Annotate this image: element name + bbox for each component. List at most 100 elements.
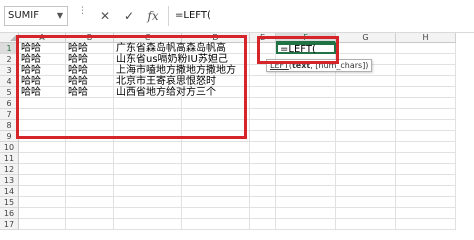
cell-a6[interactable] <box>19 98 66 109</box>
cell-b16[interactable] <box>66 208 114 219</box>
cell-c5[interactable]: 山西省地方给对方三个 <box>114 87 216 98</box>
cell-f10[interactable] <box>276 142 336 153</box>
cell-e14[interactable] <box>250 186 276 197</box>
cell-h1[interactable] <box>396 43 456 54</box>
cell-b6[interactable] <box>66 98 114 109</box>
cell-c4[interactable]: 北京市王寄哀思恨怒时 <box>114 76 216 87</box>
cell-e4[interactable] <box>250 76 276 87</box>
row-header-3[interactable]: 3 <box>0 65 19 76</box>
cell-b2[interactable]: 哈哈 <box>66 54 114 65</box>
cell-c14[interactable] <box>114 186 182 197</box>
cell-h2[interactable] <box>396 54 456 65</box>
column-header-g[interactable]: G <box>336 33 396 43</box>
cell-h16[interactable] <box>396 208 456 219</box>
cell-h12[interactable] <box>396 164 456 175</box>
cell-h14[interactable] <box>396 186 456 197</box>
cell-g7[interactable] <box>336 109 396 120</box>
cell-c13[interactable] <box>114 175 182 186</box>
cell-f15[interactable] <box>276 197 336 208</box>
cell-d9[interactable] <box>182 131 250 142</box>
chevron-down-icon[interactable]: ▼ <box>55 7 65 25</box>
cell-a14[interactable] <box>19 186 66 197</box>
cell-b12[interactable] <box>66 164 114 175</box>
cell-h6[interactable] <box>396 98 456 109</box>
cell-h7[interactable] <box>396 109 456 120</box>
cell-g6[interactable] <box>336 98 396 109</box>
cell-a8[interactable] <box>19 120 66 131</box>
cell-c15[interactable] <box>114 197 182 208</box>
cell-g10[interactable] <box>336 142 396 153</box>
insert-function-icon[interactable]: fx <box>142 6 164 26</box>
cell-h4[interactable] <box>396 76 456 87</box>
cell-h10[interactable] <box>396 142 456 153</box>
cell-e17[interactable] <box>250 219 276 230</box>
cell-c1[interactable]: 广东省森岛帆高森岛帆高 <box>114 43 226 54</box>
select-all-button[interactable] <box>0 33 19 43</box>
cell-a1[interactable]: 哈哈 <box>19 43 66 54</box>
row-header-16[interactable]: 16 <box>0 208 19 219</box>
cell-g12[interactable] <box>336 164 396 175</box>
cell-e15[interactable] <box>250 197 276 208</box>
cell-d7[interactable] <box>182 109 250 120</box>
cell-f1[interactable]: =LEFT( <box>276 43 336 55</box>
row-header-12[interactable]: 12 <box>0 164 19 175</box>
cell-e13[interactable] <box>250 175 276 186</box>
cell-h13[interactable] <box>396 175 456 186</box>
column-header-a[interactable]: A <box>19 33 66 43</box>
cell-a2[interactable]: 哈哈 <box>19 54 66 65</box>
cell-b3[interactable]: 哈哈 <box>66 65 114 76</box>
cell-h11[interactable] <box>396 153 456 164</box>
row-header-17[interactable]: 17 <box>0 219 19 230</box>
cell-b9[interactable] <box>66 131 114 142</box>
cell-d15[interactable] <box>182 197 250 208</box>
cell-c6[interactable] <box>114 98 182 109</box>
cell-h15[interactable] <box>396 197 456 208</box>
column-header-f[interactable]: F <box>276 33 336 43</box>
cell-c11[interactable] <box>114 153 182 164</box>
cell-h8[interactable] <box>396 120 456 131</box>
cell-d16[interactable] <box>182 208 250 219</box>
cell-g14[interactable] <box>336 186 396 197</box>
cell-a7[interactable] <box>19 109 66 120</box>
cell-d17[interactable] <box>182 219 250 230</box>
column-header-d[interactable]: D <box>182 33 250 43</box>
cell-e10[interactable] <box>250 142 276 153</box>
cell-g15[interactable] <box>336 197 396 208</box>
cell-b7[interactable] <box>66 109 114 120</box>
cell-f14[interactable] <box>276 186 336 197</box>
cell-a17[interactable] <box>19 219 66 230</box>
cell-h3[interactable] <box>396 65 456 76</box>
row-header-4[interactable]: 4 <box>0 76 19 87</box>
cell-c3[interactable]: 上海市嗑地方撒地方撒地方 <box>114 65 236 76</box>
cell-c10[interactable] <box>114 142 182 153</box>
cell-e11[interactable] <box>250 153 276 164</box>
cell-f9[interactable] <box>276 131 336 142</box>
row-header-9[interactable]: 9 <box>0 131 19 142</box>
formula-input[interactable]: =LEFT( <box>168 6 474 26</box>
cell-a3[interactable]: 哈哈 <box>19 65 66 76</box>
cell-f11[interactable] <box>276 153 336 164</box>
row-header-10[interactable]: 10 <box>0 142 19 153</box>
cell-a16[interactable] <box>19 208 66 219</box>
cell-d4[interactable] <box>182 76 250 87</box>
cell-c7[interactable] <box>114 109 182 120</box>
cell-f4[interactable] <box>276 76 336 87</box>
cell-d3[interactable] <box>182 65 250 76</box>
cell-f8[interactable] <box>276 120 336 131</box>
cell-e16[interactable] <box>250 208 276 219</box>
cell-b8[interactable] <box>66 120 114 131</box>
cell-d13[interactable] <box>182 175 250 186</box>
cell-c12[interactable] <box>114 164 182 175</box>
cell-e12[interactable] <box>250 164 276 175</box>
column-header-h[interactable]: H <box>396 33 456 43</box>
row-header-11[interactable]: 11 <box>0 153 19 164</box>
cell-a9[interactable] <box>19 131 66 142</box>
cancel-icon[interactable]: ✕ <box>94 6 116 26</box>
cell-f13[interactable] <box>276 175 336 186</box>
cell-e7[interactable] <box>250 109 276 120</box>
cell-b10[interactable] <box>66 142 114 153</box>
cell-g4[interactable] <box>336 76 396 87</box>
cell-b5[interactable]: 哈哈 <box>66 87 114 98</box>
column-header-e[interactable]: E <box>250 33 276 43</box>
name-box[interactable]: SUMIF ▼ <box>4 6 68 26</box>
